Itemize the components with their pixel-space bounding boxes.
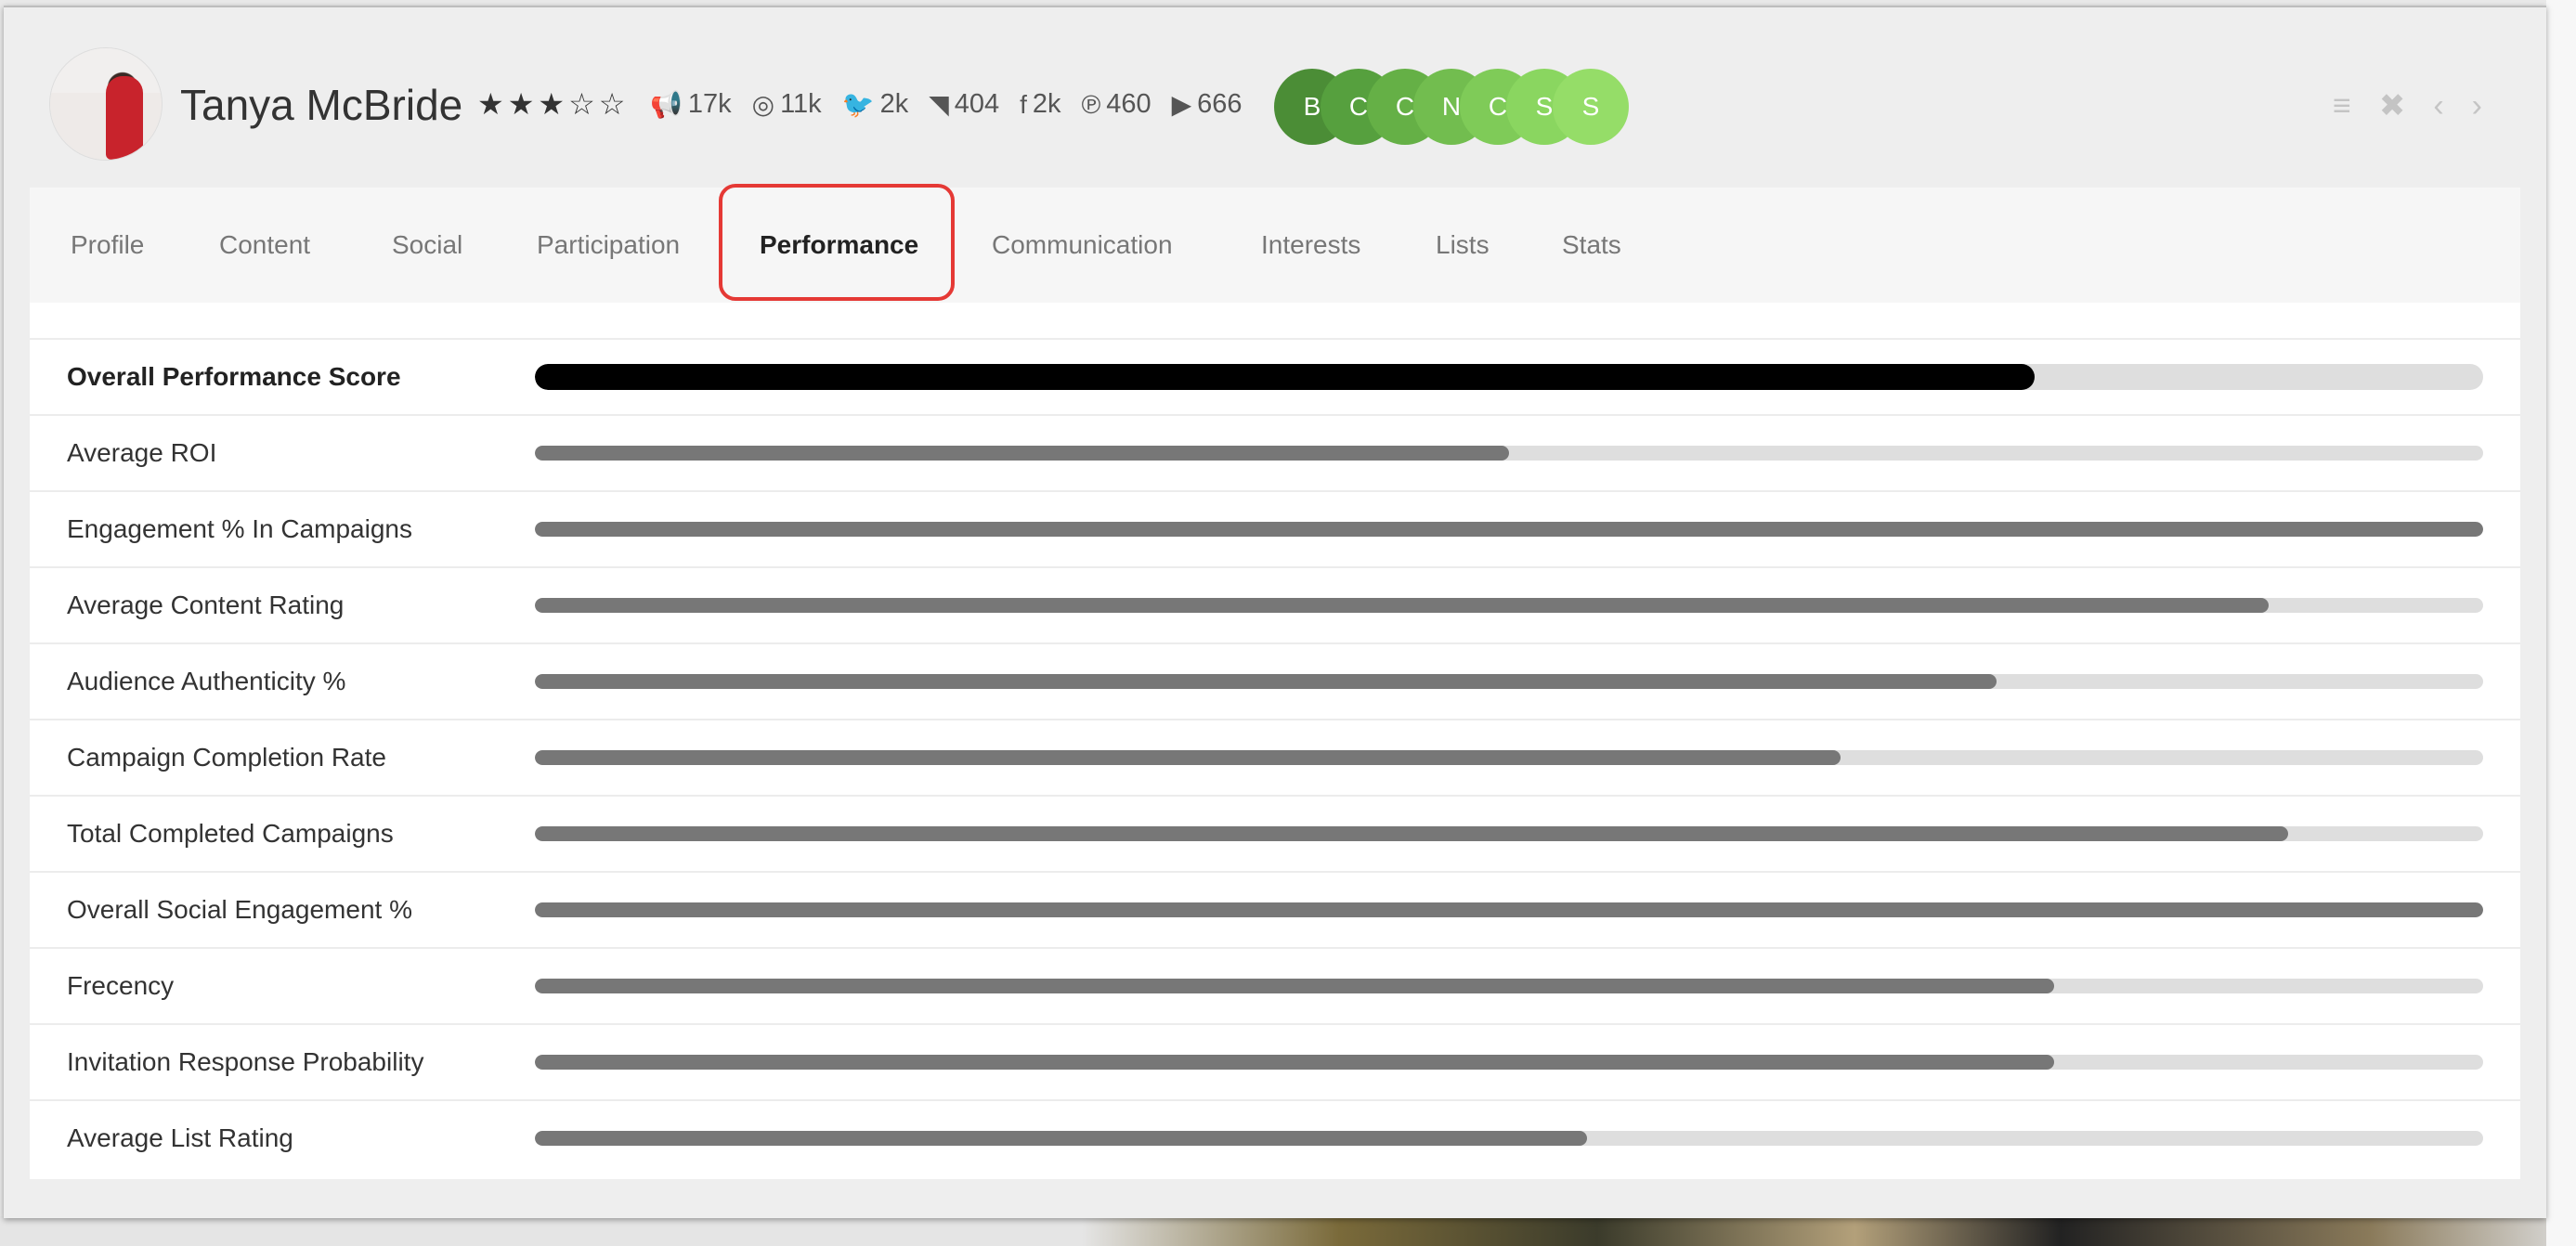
tab-performance[interactable]: Performance — [760, 188, 918, 303]
metric-row: Engagement % In Campaigns — [30, 490, 2520, 566]
youtube-icon: ▶ — [1171, 89, 1192, 119]
metric-bar-fill — [535, 1055, 2055, 1070]
tab-social[interactable]: Social — [392, 188, 462, 303]
megaphone-icon: 📢 — [650, 89, 683, 119]
social-stat-value: 404 — [954, 89, 1000, 119]
star-filled-icon: ★ — [538, 87, 566, 121]
influencer-profile-modal: Tanya McBride ★ ★ ★ ☆ ☆ 📢 17k ◎ 11k 🐦 2k ◥ 404 f 2k ℗ 4… — [4, 6, 2546, 1218]
star-filled-icon: ★ — [477, 87, 504, 121]
instagram-icon: ◎ — [751, 89, 775, 119]
pinterest-icon: ℗ — [1081, 89, 1101, 119]
metric-label: Campaign Completion Rate — [67, 743, 386, 772]
metric-label: Average ROI — [67, 438, 217, 467]
star-empty-icon: ☆ — [568, 87, 595, 121]
tab-lists[interactable]: Lists — [1436, 188, 1490, 303]
metric-bar-fill — [535, 979, 2055, 993]
social-stat-value: 11k — [780, 89, 822, 119]
metric-bar-fill — [535, 750, 1841, 765]
social-stats: 📢 17k ◎ 11k 🐦 2k ◥ 404 f 2k ℗ 460 ▶ 666 — [650, 89, 1263, 120]
metric-row: Total Completed Campaigns — [30, 795, 2520, 871]
social-stat-value: 2k — [879, 89, 909, 119]
metric-label: Average List Rating — [67, 1123, 293, 1152]
metric-row: Frecency — [30, 947, 2520, 1023]
twitter-icon: 🐦 — [841, 89, 875, 119]
metric-label: Average Content Rating — [67, 591, 345, 619]
metric-label: Invitation Response Probability — [67, 1047, 424, 1076]
next-icon[interactable]: › — [2472, 87, 2482, 124]
social-stat-youtube[interactable]: ▶ 666 — [1172, 89, 1242, 120]
rss-icon: ◥ — [929, 89, 949, 119]
metric-row: Overall Social Engagement % — [30, 871, 2520, 947]
social-stat-twitter[interactable]: 🐦 2k — [842, 89, 909, 120]
metric-bar-track — [535, 522, 2483, 537]
metric-bar-fill — [535, 674, 1997, 689]
social-stat-value: 2k — [1032, 89, 1061, 119]
prev-icon[interactable]: ‹ — [2433, 87, 2443, 124]
metric-label: Audience Authenticity % — [67, 667, 346, 695]
page-scrollbar-gutter — [2546, 0, 2576, 1246]
avatar-photo — [106, 76, 143, 160]
star-rating: ★ ★ ★ ☆ ☆ — [477, 85, 625, 123]
tab-content[interactable]: Content — [219, 188, 310, 303]
metric-row: Audience Authenticity % — [30, 642, 2520, 719]
tab-communication[interactable]: Communication — [992, 188, 1173, 303]
metric-bar-track — [535, 1131, 2483, 1146]
window-controls: ≡ ✖ ‹ › — [2333, 87, 2510, 124]
metric-bar-track — [535, 750, 2483, 765]
tab-profile[interactable]: Profile — [71, 188, 144, 303]
profile-tabs: Profile Content Social Participation Perform… — [30, 188, 2520, 303]
metric-bar-track — [535, 674, 2483, 689]
star-empty-icon: ☆ — [598, 87, 626, 121]
metric-bar-fill — [535, 598, 2270, 613]
metric-label: Engagement % In Campaigns — [67, 514, 412, 543]
tab-participation[interactable]: Participation — [537, 188, 680, 303]
metric-bar-track — [535, 446, 2483, 461]
social-stat-facebook[interactable]: f 2k — [1020, 89, 1060, 120]
metric-row: Average Content Rating — [30, 566, 2520, 642]
social-stat-rss[interactable]: ◥ 404 — [929, 89, 999, 120]
metric-bar-fill — [535, 364, 2036, 390]
tab-stats[interactable]: Stats — [1562, 188, 1621, 303]
metric-bar-fill — [535, 446, 1509, 461]
social-stat-megaphone[interactable]: 📢 17k — [650, 89, 732, 120]
metric-row: Overall Performance Score — [30, 338, 2520, 414]
close-icon[interactable]: ✖ — [2379, 87, 2406, 124]
social-stat-value: 460 — [1106, 89, 1151, 119]
metric-bar-track — [535, 598, 2483, 613]
social-stat-value: 17k — [687, 89, 732, 119]
metric-bar-track — [535, 979, 2483, 993]
metric-label: Frecency — [67, 971, 175, 1000]
metric-bar-track — [535, 1055, 2483, 1070]
metric-row: Average List Rating — [30, 1099, 2520, 1175]
metric-bar-track — [535, 902, 2483, 917]
social-stat-instagram[interactable]: ◎ 11k — [752, 89, 822, 120]
metric-row: Campaign Completion Rate — [30, 719, 2520, 795]
metric-row: Average ROI — [30, 414, 2520, 490]
menu-icon[interactable]: ≡ — [2333, 87, 2351, 124]
metric-row: Invitation Response Probability — [30, 1023, 2520, 1099]
metric-bar-fill — [535, 826, 2289, 841]
social-stat-pinterest[interactable]: ℗ 460 — [1082, 89, 1151, 120]
category-badge[interactable]: S — [1553, 69, 1629, 145]
tab-interests[interactable]: Interests — [1261, 188, 1360, 303]
metric-bar-track — [535, 364, 2483, 390]
metric-bar-fill — [535, 522, 2483, 537]
performance-table: Overall Performance Score Average ROI Enga… — [30, 303, 2520, 1179]
metric-bar-fill — [535, 902, 2483, 917]
profile-header: Tanya McBride ★ ★ ★ ☆ ☆ 📢 17k ◎ 11k 🐦 2k ◥ 404 f 2k ℗ 4… — [4, 7, 2546, 188]
social-stat-value: 666 — [1197, 89, 1242, 119]
facebook-icon: f — [1020, 89, 1027, 119]
star-filled-icon: ★ — [507, 87, 535, 121]
metric-bar-track — [535, 826, 2483, 841]
background-page-strip — [0, 1216, 2576, 1246]
profile-name: Tanya McBride — [180, 81, 463, 129]
metric-label: Overall Performance Score — [67, 362, 401, 391]
metric-label: Overall Social Engagement % — [67, 895, 412, 924]
metric-bar-fill — [535, 1131, 1587, 1146]
avatar[interactable] — [50, 48, 162, 160]
metric-label: Total Completed Campaigns — [67, 819, 394, 848]
